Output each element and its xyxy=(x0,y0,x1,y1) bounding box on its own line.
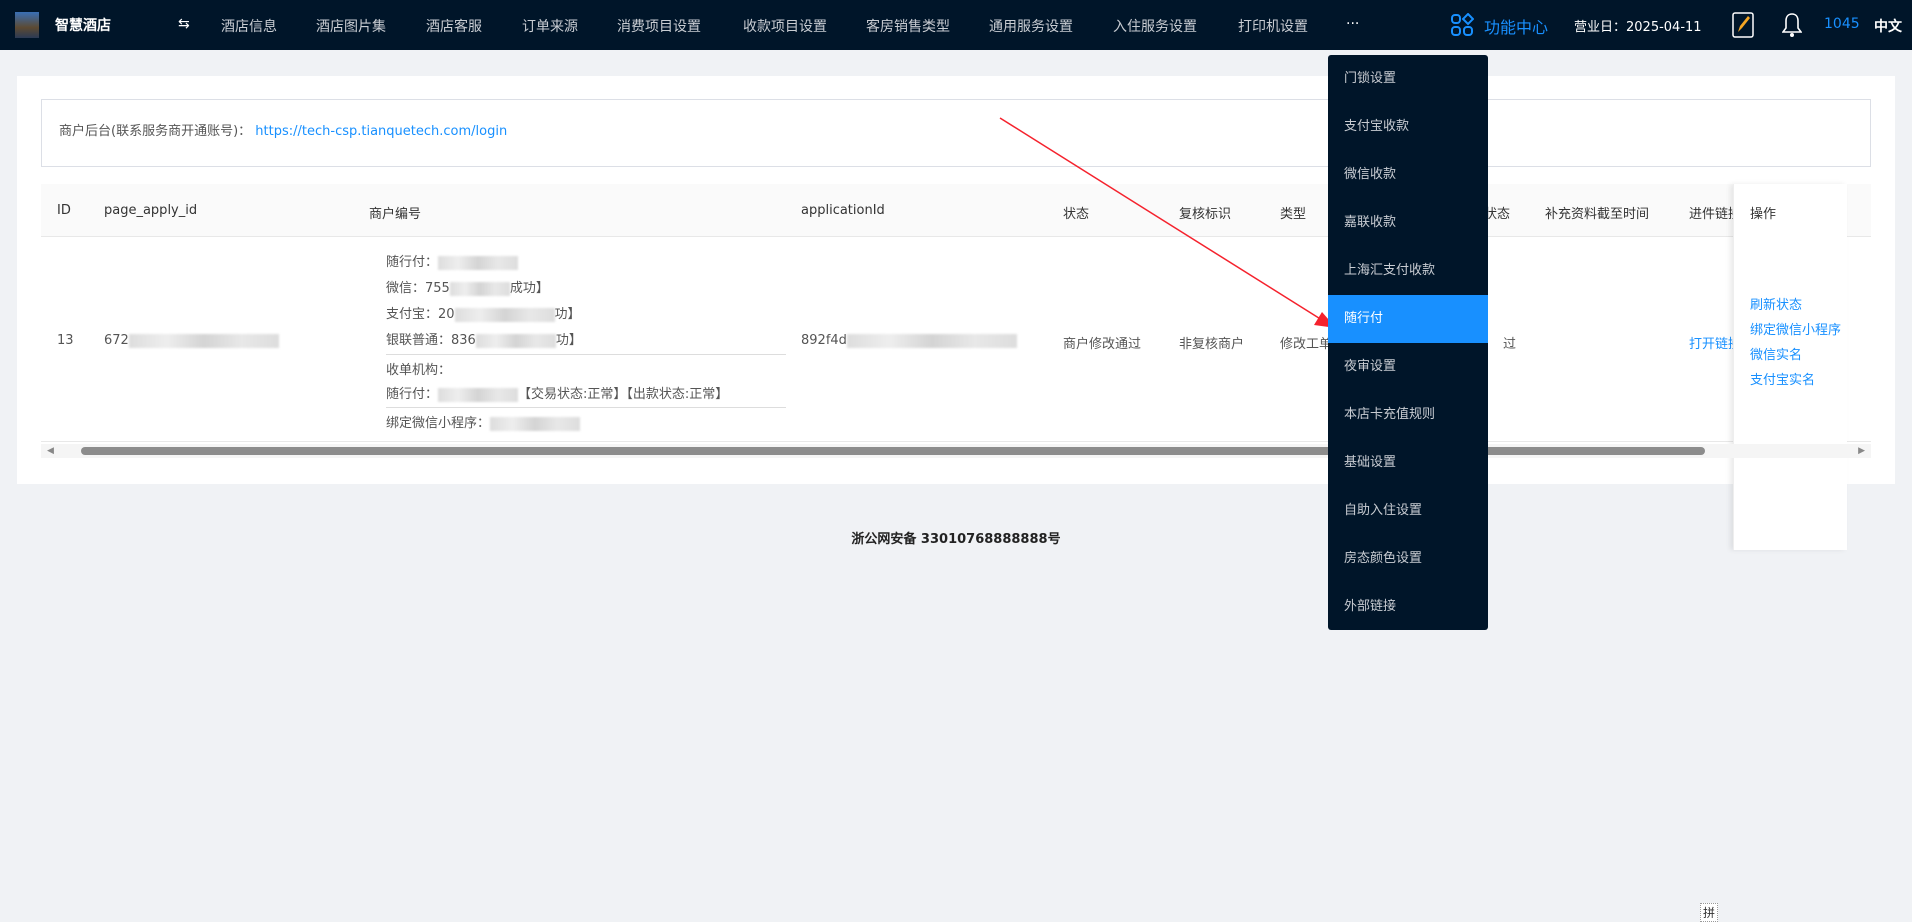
menu-item-shanghai-huipay[interactable]: 上海汇支付收款 xyxy=(1328,247,1488,295)
menu-item-room-status-color[interactable]: 房态颜色设置 xyxy=(1328,535,1488,583)
ime-indicator[interactable]: 拼 xyxy=(1700,903,1719,922)
menu-item-door-lock[interactable]: 门锁设置 xyxy=(1328,55,1488,103)
menu-item-self-checkin[interactable]: 自助入住设置 xyxy=(1328,487,1488,535)
menu-item-alipay[interactable]: 支付宝收款 xyxy=(1328,103,1488,151)
menu-item-basic-settings[interactable]: 基础设置 xyxy=(1328,439,1488,487)
menu-item-suixingfu[interactable]: 随行付 xyxy=(1328,295,1488,343)
more-dropdown-menu: 门锁设置 支付宝收款 微信收款 嘉联收款 上海汇支付收款 随行付 夜审设置 本店… xyxy=(1328,55,1488,630)
menu-item-card-recharge-rules[interactable]: 本店卡充值规则 xyxy=(1328,391,1488,439)
annotation-arrow xyxy=(999,117,1336,328)
menu-item-jialian[interactable]: 嘉联收款 xyxy=(1328,199,1488,247)
menu-item-wechat-pay[interactable]: 微信收款 xyxy=(1328,151,1488,199)
menu-item-night-audit[interactable]: 夜审设置 xyxy=(1328,343,1488,391)
menu-item-external-links[interactable]: 外部链接 xyxy=(1328,583,1488,631)
